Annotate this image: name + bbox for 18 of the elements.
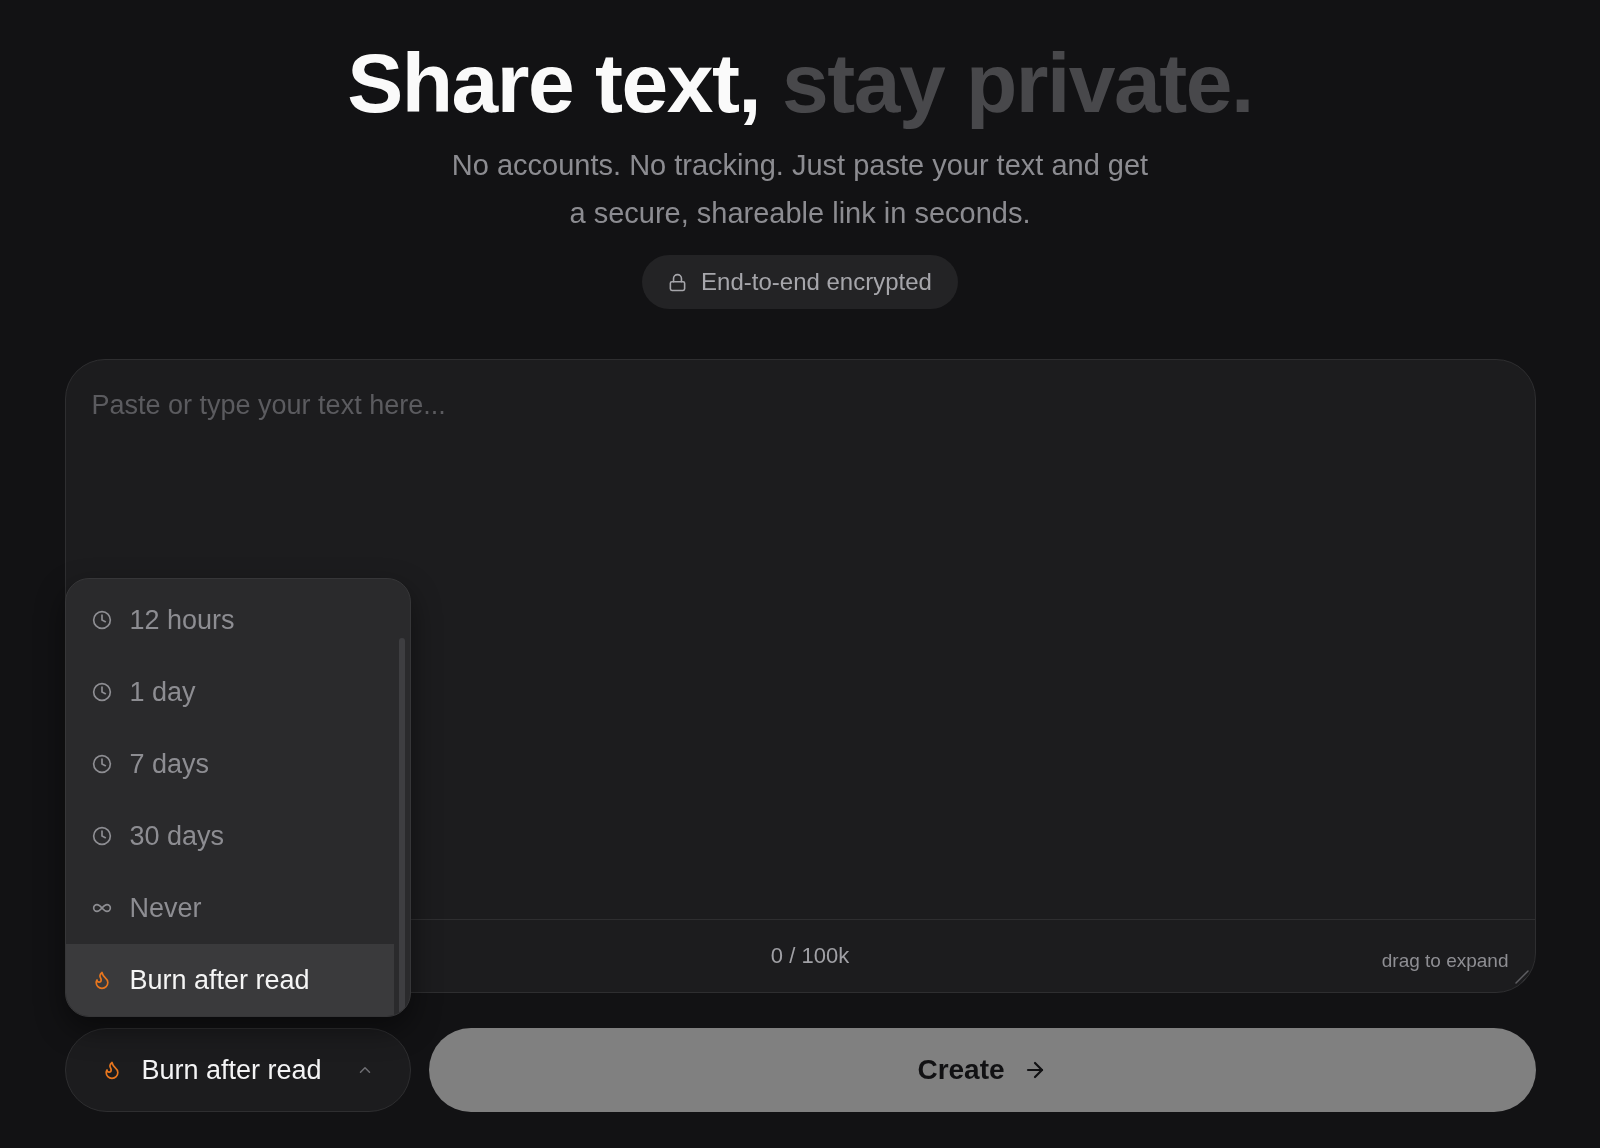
menu-option[interactable]: Burn after read (65, 944, 394, 1016)
badge-text: End-to-end encrypted (701, 268, 932, 296)
resize-hint: drag to expand (1381, 950, 1509, 972)
scrollbar-thumb[interactable] (398, 638, 405, 1014)
menu-option[interactable]: 12 hours (65, 584, 394, 656)
lock-icon (668, 272, 688, 292)
expiry-select[interactable]: Burn after read (64, 1028, 411, 1112)
menu-option[interactable]: 30 days (65, 800, 394, 872)
page-subtitle: No accounts. No tracking. Just paste your text and get a secure, shareable link in seconds. (450, 148, 1150, 231)
menu-option[interactable]: 7 days (65, 728, 394, 800)
clock-icon (91, 610, 112, 630)
menu-option[interactable]: 1 day (65, 656, 394, 728)
clock-icon (91, 682, 112, 702)
menu-option[interactable]: Never (65, 872, 394, 944)
clock-icon (91, 754, 112, 774)
resize-grip-icon[interactable] (1512, 968, 1529, 984)
character-counter: 0 / 100k (770, 943, 850, 969)
clock-icon (91, 826, 112, 846)
